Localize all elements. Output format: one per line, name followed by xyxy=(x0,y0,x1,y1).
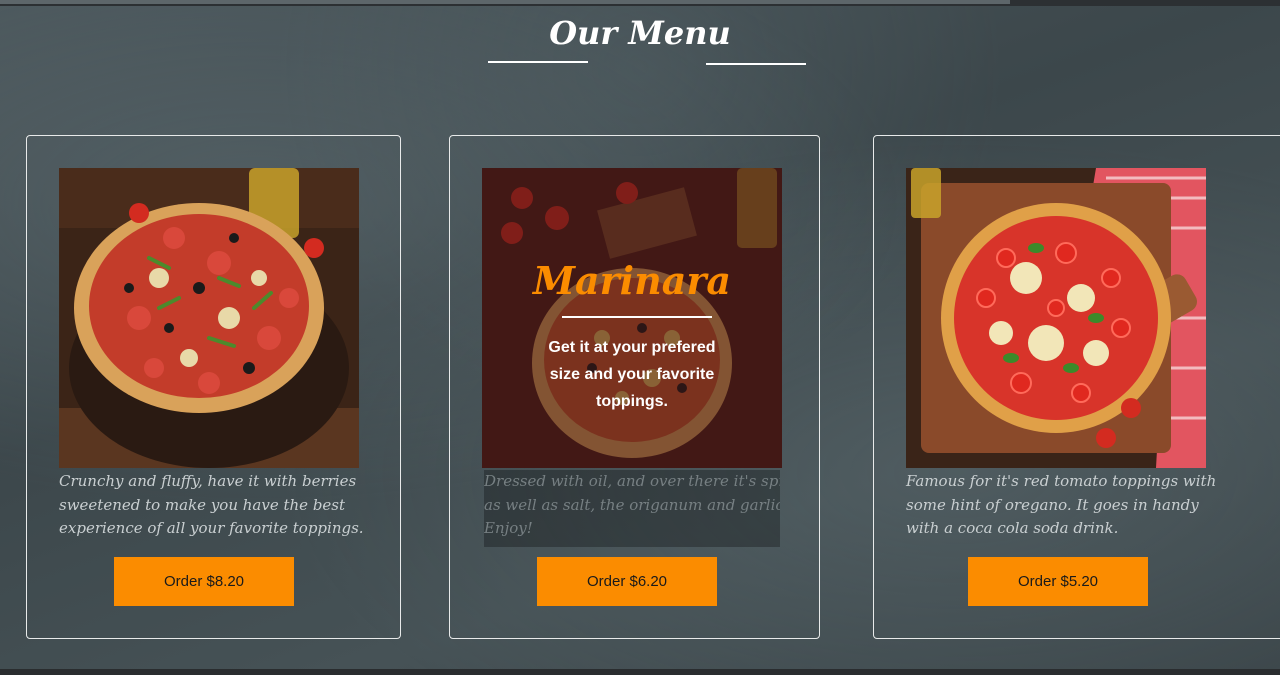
menu-card-2: Marinara Get it at your prefered size an… xyxy=(449,135,820,639)
title-underline-right xyxy=(706,63,806,65)
pizza-image: Marinara Get it at your prefered size an… xyxy=(482,168,782,468)
top-strip xyxy=(0,0,1280,6)
pizza-image xyxy=(906,168,1206,468)
order-button[interactable]: Order $6.20 xyxy=(537,557,717,606)
pizza-description: Dressed with oil, and over there it's sp… xyxy=(484,470,780,547)
description-line: as well as salt, the origanum and garlic… xyxy=(484,495,780,514)
pizza-description: Famous for it's red tomato toppings with… xyxy=(906,472,1217,537)
order-button[interactable]: Order $8.20 xyxy=(114,557,294,606)
hover-overlay: Marinara Get it at your prefered size an… xyxy=(482,168,782,468)
order-button[interactable]: Order $5.20 xyxy=(968,557,1148,606)
overlay-divider xyxy=(562,316,712,318)
title-underline-left xyxy=(488,61,588,63)
description-line: Dressed with oil, and over there it's sp… xyxy=(484,472,780,490)
bottom-strip xyxy=(0,669,1280,675)
menu-title: Our Menu xyxy=(549,14,731,52)
pizza-description: Crunchy and fluffy, have it with berries… xyxy=(59,472,364,537)
overlay-text: Get it at your prefered size and your fa… xyxy=(548,339,716,410)
menu-card-3: Famous for it's red tomato toppings with… xyxy=(873,135,1280,639)
menu-card-1: Crunchy and fluffy, have it with berries… xyxy=(26,135,401,639)
description-line: Enjoy! xyxy=(484,519,533,537)
pizza-image xyxy=(59,168,359,468)
overlay-title: Marinara xyxy=(532,258,732,303)
